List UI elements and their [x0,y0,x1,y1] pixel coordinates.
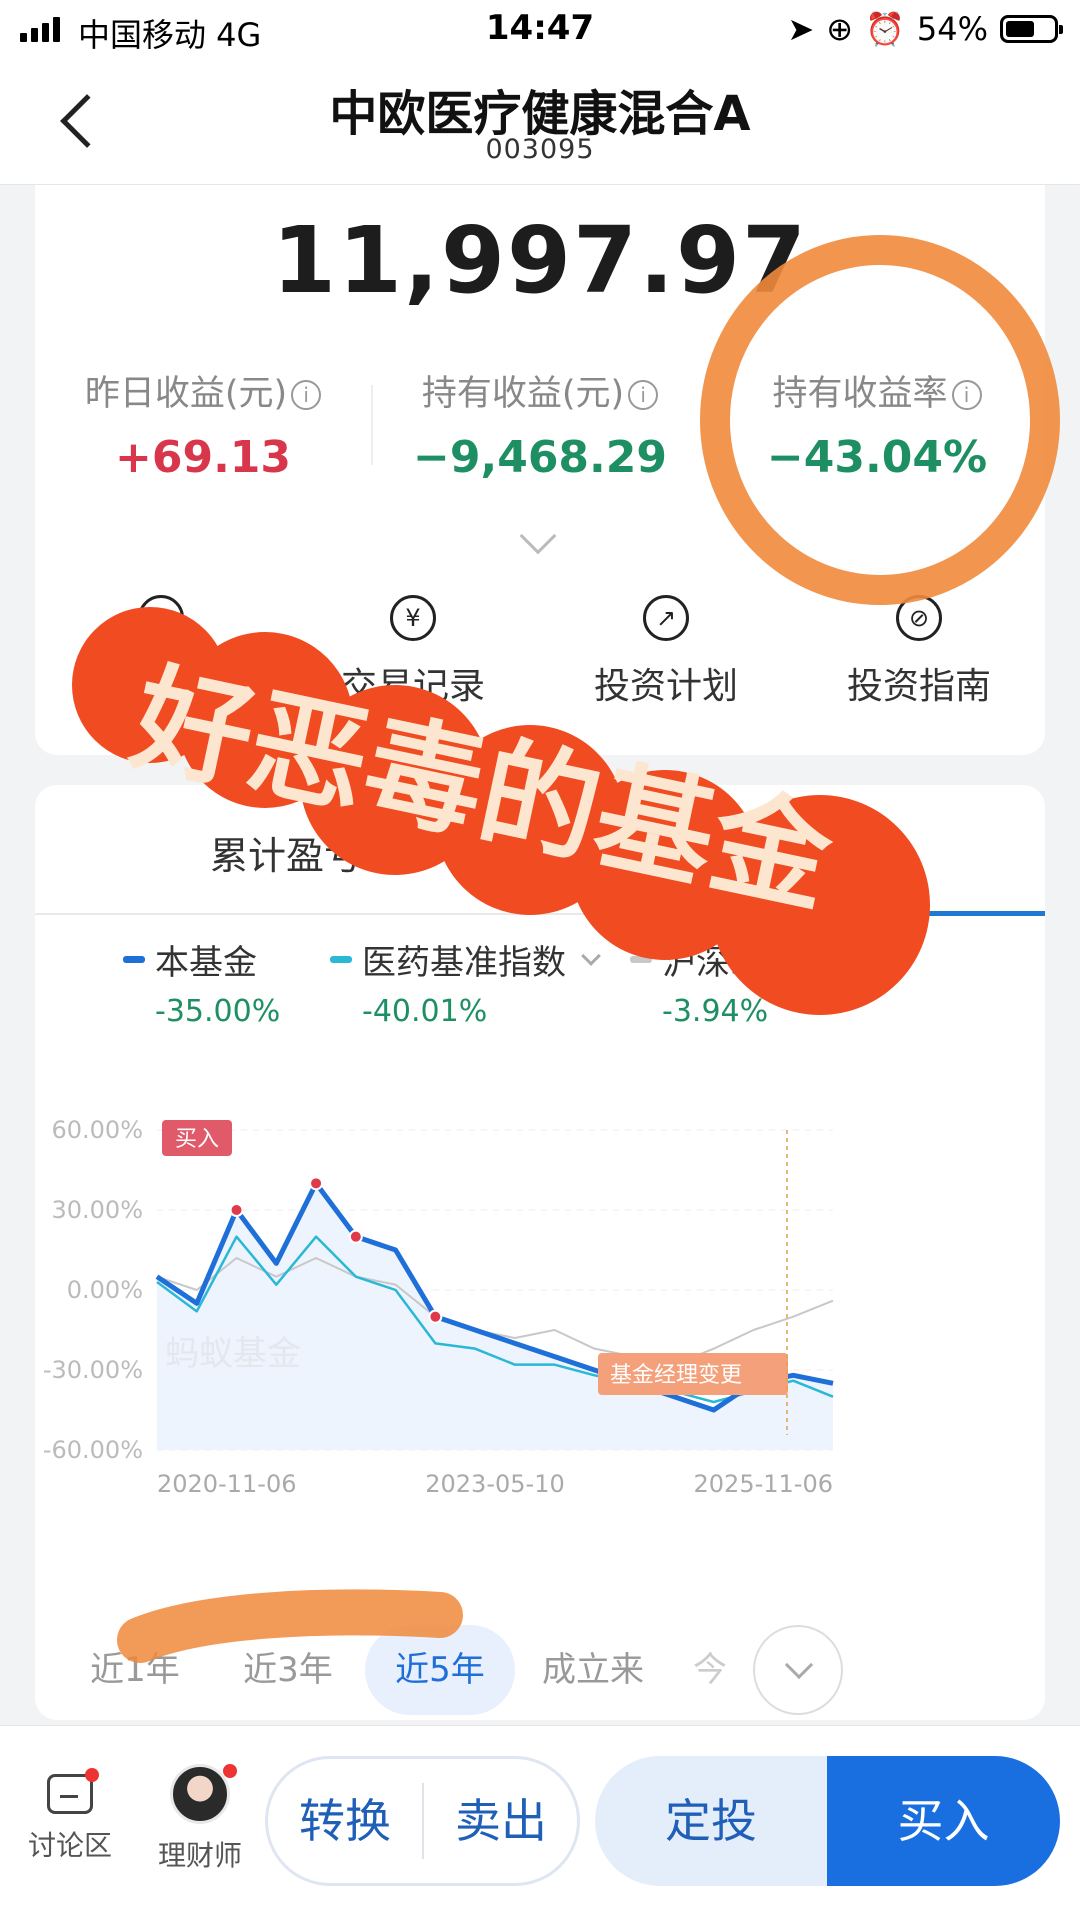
alarm-icon: ⏰ [865,10,905,48]
info-icon[interactable]: i [628,380,659,410]
buy-button[interactable]: 买入 [827,1756,1060,1886]
metric-label: 昨日收益(元) [84,374,288,414]
holding-card: 11,997.97 昨日收益(元) i +69.13 持有收益(元) i −9,46… [35,185,1045,755]
action-label: 交易记录 [340,666,485,707]
metric-label: 持有收益率 [772,374,948,414]
advisor-label: 理财师 [157,1839,242,1872]
chart-legend: 本基金 -35.00% 医药基准指数 -40.01% 沪深300 -3.94% [35,935,1045,1035]
location-icon: ➤ [787,10,815,48]
period-1y[interactable]: 近1年 [65,1625,205,1715]
x-tick-label: 2025-11-06 [694,1470,833,1498]
discuss-label: 讨论区 [27,1829,112,1862]
action-row: ▤ 易记录 ¥ 交易记录 ↗ 投资计划 ⊘ 投资指南 [35,595,1045,715]
trade-point[interactable] [428,1309,443,1324]
period-5y[interactable]: 近5年 [365,1625,515,1715]
battery-icon [1000,15,1063,43]
legend-value: -3.94% [662,994,769,1029]
convert-sell-group: 转换 卖出 [265,1756,580,1886]
notification-dot [85,1768,99,1782]
y-tick-label: 0.00% [67,1276,143,1304]
swatch [330,956,352,963]
y-tick-label: -30.00% [43,1356,143,1384]
trend-icon: ↗ [643,595,689,641]
period-selector: 近1年 近3年 近5年 成立来 今 [35,1625,1045,1720]
legend-csi300[interactable]: 沪深300 -3.94% [630,935,830,1029]
x-tick-label: 2023-05-10 [425,1470,564,1498]
doc-icon: ▤ [138,595,184,641]
y-tick-label: 60.00% [51,1116,143,1144]
y-tick-label: 30.00% [51,1196,143,1224]
holding-amount: 11,997.97 [272,207,808,314]
battery-percent: 54% [916,10,988,48]
tab-active-indicator [925,911,1045,916]
sell-button[interactable]: 卖出 [424,1759,578,1883]
nav-header: 中欧医疗健康混合A 003095 [0,60,1080,185]
performance-chart[interactable]: 60.00% 30.00% 0.00% -30.00% -60.00% 2020-11-0… [35,1040,1045,1610]
chevron-down-icon [784,1650,814,1680]
series-area [157,1183,833,1450]
metric-label: 持有收益(元) [421,374,625,414]
metric-value: +69.13 [114,432,292,483]
discuss-button[interactable]: 讨论区 [5,1768,135,1864]
status-bar: 中国移动 4G 14:47 ➤ ⊕ ⏰ 54% [0,0,1080,60]
metric-value: −43.04% [766,432,988,483]
action-record[interactable]: ▤ 易记录 [35,595,287,709]
action-label: 投资计划 [593,666,738,707]
chevron-down-icon [810,945,830,966]
tab-cumulative-pnl[interactable]: 累计盈亏 [210,825,362,880]
info-icon[interactable]: i [291,380,322,410]
period-3y[interactable]: 近3年 [218,1625,358,1715]
metric-holding-profit[interactable]: 持有收益(元) i −9,468.29 [372,365,708,483]
x-tick-label: 2020-11-06 [157,1470,296,1498]
rotation-lock-icon: ⊕ [826,10,854,48]
period-more-button[interactable] [753,1625,843,1715]
avatar [170,1764,230,1824]
chart-card: 累计盈亏 本基金 -35.00% 医药基准指数 -40.01% 沪深300 -3… [35,785,1045,1720]
action-trade-record[interactable]: ¥ 交易记录 [287,595,539,709]
watermark: 蚂蚁基金 [165,1334,301,1374]
compass-icon: ⊘ [896,595,942,641]
chevron-down-icon [581,945,601,966]
metric-value: −9,468.29 [413,432,667,483]
auto-invest-button[interactable]: 定投 [595,1756,827,1886]
action-invest-guide[interactable]: ⊘ 投资指南 [793,595,1045,709]
notification-dot [223,1764,237,1778]
expand-chevron-icon[interactable] [519,517,557,555]
bottom-bar: 讨论区 理财师 转换 卖出 定投 买入 [0,1725,1080,1921]
legend-name: 医药基准指数 [362,943,566,983]
legend-name: 本基金 [155,943,257,983]
action-label: 投资指南 [846,666,991,707]
y-tick-label: -60.00% [43,1436,143,1464]
trade-point[interactable] [309,1176,324,1191]
invest-buy-group: 定投 买入 [595,1756,1060,1886]
legend-value: -40.01% [362,994,488,1029]
metric-yesterday[interactable]: 昨日收益(元) i +69.13 [35,365,371,483]
chart-tabs: 累计盈亏 [35,785,1045,916]
trade-point[interactable] [348,1229,363,1244]
manager-change-text: 基金经理变更 [610,1363,742,1388]
action-label: 易记录 [106,666,215,707]
period-ytd[interactable]: 今 [675,1625,745,1715]
trade-point[interactable] [229,1203,244,1217]
metric-holding-rate[interactable]: 持有收益率 i −43.04% [709,365,1045,483]
legend-value: -35.00% [155,994,281,1029]
info-icon[interactable]: i [951,380,982,410]
period-since-inception[interactable]: 成立来 [523,1625,663,1715]
legend-name: 沪深300 [662,943,795,983]
chat-icon [47,1774,93,1814]
advisor-button[interactable]: 理财师 [135,1764,265,1874]
fund-code: 003095 [485,134,595,165]
buy-tag-text: 买入 [175,1127,219,1152]
convert-button[interactable]: 转换 [268,1759,422,1883]
action-invest-plan[interactable]: ↗ 投资计划 [540,595,792,709]
legend-benchmark[interactable]: 医药基准指数 -40.01% [330,935,601,1029]
swatch [630,956,652,963]
swatch [123,956,145,963]
legend-fund: 本基金 -35.00% [123,935,280,1029]
yen-icon: ¥ [390,595,436,641]
